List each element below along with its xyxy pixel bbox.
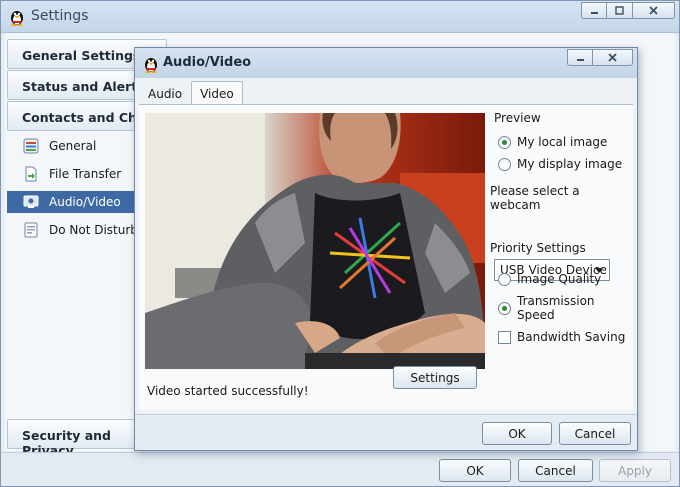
penguin-icon	[145, 58, 157, 73]
dialog-titlebar[interactable]: Audio/Video	[135, 48, 637, 78]
radio-indicator[interactable]	[498, 157, 511, 171]
settings-footer: OK Cancel Apply	[1, 452, 679, 486]
sidebar-item-label: Audio/Video	[49, 195, 121, 209]
tab-video[interactable]: Video	[191, 81, 243, 105]
radio-label: Transmission Speed	[517, 294, 595, 322]
tab-audio[interactable]: Audio	[139, 81, 191, 105]
sidebar-item-label: Do Not Disturb	[49, 223, 138, 237]
checkbox-bandwidth-saving[interactable]: Bandwidth Saving	[498, 330, 625, 344]
close-icon	[608, 53, 617, 62]
video-tab-panel: Video started successfully! Preview My l…	[139, 105, 633, 410]
close-icon	[649, 6, 658, 15]
minimize-icon	[590, 12, 598, 14]
checkbox-indicator[interactable]	[498, 330, 511, 344]
penguin-icon	[11, 11, 23, 26]
file-transfer-icon	[25, 166, 37, 182]
minimize-button[interactable]	[581, 2, 607, 19]
settings-sliders-icon	[23, 138, 39, 154]
settings-window-controls	[581, 2, 675, 19]
restore-button[interactable]	[607, 2, 633, 19]
main-ok-button[interactable]: OK	[439, 459, 511, 482]
dialog-footer: OK Cancel	[135, 414, 637, 450]
dialog-window-controls	[567, 49, 633, 66]
radio-label: My local image	[517, 135, 608, 149]
radio-indicator[interactable]	[498, 135, 511, 149]
radio-image-quality[interactable]: Image Quality	[498, 272, 601, 286]
main-cancel-button[interactable]: Cancel	[518, 459, 593, 482]
settings-window-title: Settings	[31, 8, 89, 24]
radio-label: Image Quality	[517, 272, 602, 286]
sidebar-item-label: General	[49, 139, 97, 153]
dialog-close-button[interactable]	[593, 49, 633, 66]
dialog-cancel-button[interactable]: Cancel	[559, 422, 631, 445]
restore-icon	[615, 6, 624, 15]
radio-my-local-image[interactable]: My local image	[498, 135, 607, 149]
checkbox-label: Bandwidth Saving	[517, 330, 626, 344]
radio-indicator[interactable]	[498, 272, 511, 286]
minimize-icon	[576, 59, 584, 61]
dialog-minimize-button[interactable]	[567, 49, 593, 66]
sidebar-item-label: File Transfer	[49, 167, 122, 181]
webcam-settings-button[interactable]: Settings	[393, 366, 477, 389]
dialog-ok-button[interactable]: OK	[482, 422, 552, 445]
radio-label: My display image	[517, 157, 623, 171]
settings-titlebar[interactable]: Settings	[1, 1, 679, 33]
dialog-tabs: Audio Video	[139, 81, 243, 105]
close-button[interactable]	[633, 2, 675, 19]
webcam-label: Please select a webcam	[490, 184, 580, 212]
do-not-disturb-icon	[24, 222, 38, 238]
webcam-frame-image	[145, 113, 485, 369]
radio-indicator[interactable]	[498, 301, 511, 315]
radio-my-display-image[interactable]: My display image	[498, 157, 622, 171]
audio-video-icon	[23, 195, 39, 208]
radio-transmission-speed[interactable]: Transmission Speed	[498, 294, 633, 322]
preview-label: Preview	[494, 111, 541, 125]
video-status-text: Video started successfully!	[147, 384, 309, 398]
webcam-preview	[145, 113, 485, 369]
dialog-title: Audio/Video	[163, 55, 252, 70]
priority-settings-label: Priority Settings	[490, 241, 586, 255]
audio-video-dialog: Audio/Video Audio Video Video started su…	[134, 47, 638, 451]
main-apply-button[interactable]: Apply	[599, 459, 671, 482]
